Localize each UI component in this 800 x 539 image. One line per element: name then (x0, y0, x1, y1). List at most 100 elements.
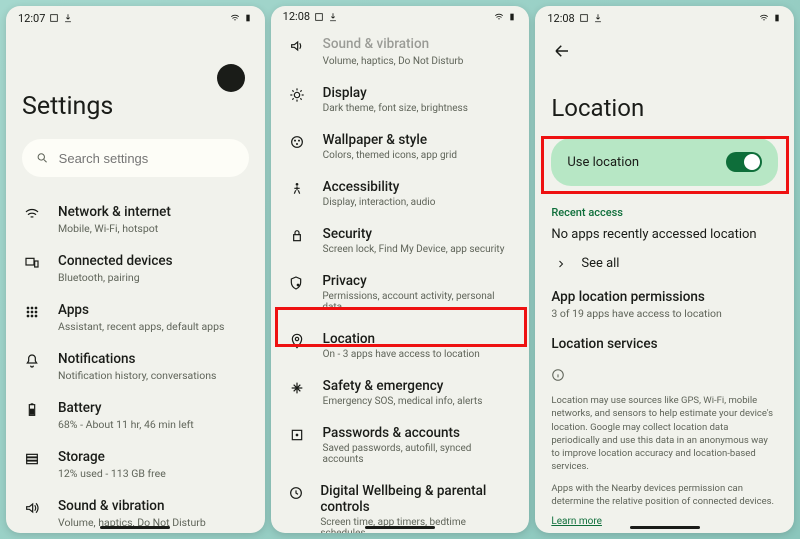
row-title: Sound & vibration (58, 498, 206, 514)
row-sub: Screen lock, Find My Device, app securit… (323, 244, 505, 255)
row-sub: Dark theme, font size, brightness (323, 103, 468, 114)
info-text-1: Location may use sources like GPS, Wi-Fi… (551, 394, 778, 474)
nav-handle[interactable] (630, 526, 700, 529)
row-title: Safety & emergency (323, 378, 483, 394)
location-services-row[interactable]: Location services (551, 336, 778, 352)
clock: 12:08 (283, 10, 310, 23)
row-sub: Mobile, Wi-Fi, hotspot (58, 222, 171, 235)
row-title: Wallpaper & style (323, 132, 457, 148)
storage-icon (24, 451, 40, 467)
battery-icon (24, 402, 40, 418)
app-permissions-row[interactable]: App location permissions 3 of 19 apps ha… (551, 289, 778, 320)
status-bar: 12:08 (271, 6, 530, 27)
row-sub: Notification history, conversations (58, 369, 216, 382)
row-battery[interactable]: Battery 68% - About 11 hr, 46 min left (22, 391, 249, 440)
download-icon (328, 12, 338, 22)
row-sub: Bluetooth, pairing (58, 271, 173, 284)
perm-sub: 3 of 19 apps have access to location (551, 307, 778, 320)
apps-icon (24, 304, 40, 320)
chevron-right-icon (555, 258, 567, 270)
row-apps[interactable]: Apps Assistant, recent apps, default apps (22, 293, 249, 342)
row-sub: Display, interaction, audio (323, 197, 436, 208)
row-connected[interactable]: Connected devices Bluetooth, pairing (22, 244, 249, 293)
row-sub: Saved passwords, autofill, synced accoun… (323, 443, 514, 465)
highlight-location (275, 307, 527, 347)
setting-icon (289, 181, 305, 197)
row-sub: Assistant, recent apps, default apps (58, 320, 224, 333)
setting-icon (288, 485, 304, 501)
setting-icon (289, 427, 305, 443)
recent-access-label: Recent access (551, 206, 778, 219)
row-title: Display (323, 85, 468, 101)
setting-icon (288, 275, 304, 291)
row-notifications[interactable]: NotificationsNotification history, conve… (22, 342, 249, 391)
location-screen: 12:08 Location Use location Recent acces… (535, 6, 794, 533)
row-network[interactable]: Network & internet Mobile, Wi-Fi, hotspot (22, 195, 249, 244)
row-sound-vibration[interactable]: Sound & vibration Volume, haptics, Do Not… (287, 27, 514, 76)
no-apps-text: No apps recently accessed location (551, 227, 778, 242)
battery-icon (243, 13, 253, 23)
setting-icon (289, 380, 305, 396)
row-title: Connected devices (58, 253, 173, 269)
row-title: Network & internet (58, 204, 171, 220)
row-sub: 68% - About 11 hr, 46 min left (58, 418, 194, 431)
devices-icon (24, 255, 40, 271)
settings-scrolled-screen: 12:08 Sound & vibration Volume, haptics, … (271, 6, 530, 533)
avatar[interactable] (217, 64, 245, 92)
row-title: Privacy (322, 273, 513, 289)
sound-icon (24, 500, 40, 516)
row-sub: Colors, themed icons, app grid (323, 150, 457, 161)
nav-handle[interactable] (365, 526, 435, 529)
wifi-icon (494, 12, 504, 22)
setting-icon (289, 134, 305, 150)
row-storage[interactable]: Storage 12% used - 113 GB free (22, 440, 249, 489)
row-wallpaper-style[interactable]: Wallpaper & style Colors, themed icons, a… (287, 123, 514, 170)
setting-icon (289, 38, 305, 54)
status-bar: 12:07 (6, 6, 265, 30)
row-accessibility[interactable]: Accessibility Display, interaction, audio (287, 170, 514, 217)
info-text-2: Apps with the Nearby devices permission … (551, 482, 778, 509)
row-title: Sound & vibration (323, 36, 464, 54)
row-title: Battery (58, 400, 194, 416)
row-sub: 12% used - 113 GB free (58, 467, 166, 480)
battery-icon (772, 13, 782, 23)
setting-icon (289, 87, 305, 103)
page-title: Location (551, 94, 778, 122)
bell-icon (24, 353, 40, 369)
download-icon (63, 13, 73, 23)
search-bar[interactable] (22, 139, 249, 177)
info-icon (551, 368, 565, 382)
back-icon[interactable] (553, 42, 571, 60)
row-sub: Emergency SOS, medical info, alerts (323, 396, 483, 407)
row-title: Digital Wellbeing & parental controls (320, 483, 513, 515)
row-display[interactable]: Display Dark theme, font size, brightness (287, 76, 514, 123)
row-sub: Volume, haptics, Do Not Disturb (323, 56, 464, 67)
see-all-row[interactable]: See all (551, 256, 778, 271)
search-input[interactable] (59, 151, 235, 166)
wifi-icon (24, 206, 40, 222)
download-icon (593, 13, 603, 23)
row-passwords-accounts[interactable]: Passwords & accounts Saved passwords, aut… (287, 416, 514, 474)
row-digital-wellbeing-parental-controls[interactable]: Digital Wellbeing & parental controlsScr… (287, 474, 514, 533)
row-title: Accessibility (323, 179, 436, 195)
perm-title: App location permissions (551, 289, 778, 305)
row-sub: On - 3 apps have access to location (323, 349, 480, 360)
status-bar: 12:08 (535, 6, 794, 30)
nfc-icon (314, 12, 324, 22)
highlight-toggle (541, 136, 789, 194)
nfc-icon (579, 13, 589, 23)
row-safety-emergency[interactable]: Safety & emergency Emergency SOS, medical… (287, 369, 514, 416)
page-title: Settings (22, 92, 249, 121)
row-title: Apps (58, 302, 224, 318)
setting-icon (289, 228, 305, 244)
row-title: Passwords & accounts (323, 425, 514, 441)
search-icon (36, 151, 49, 165)
row-security[interactable]: Security Screen lock, Find My Device, app… (287, 217, 514, 264)
battery-icon (507, 12, 517, 22)
row-title: Storage (58, 449, 166, 465)
clock: 12:08 (547, 12, 574, 25)
nfc-icon (49, 13, 59, 23)
clock: 12:07 (18, 12, 45, 25)
nav-handle[interactable] (100, 526, 170, 529)
row-title: Security (323, 226, 505, 242)
